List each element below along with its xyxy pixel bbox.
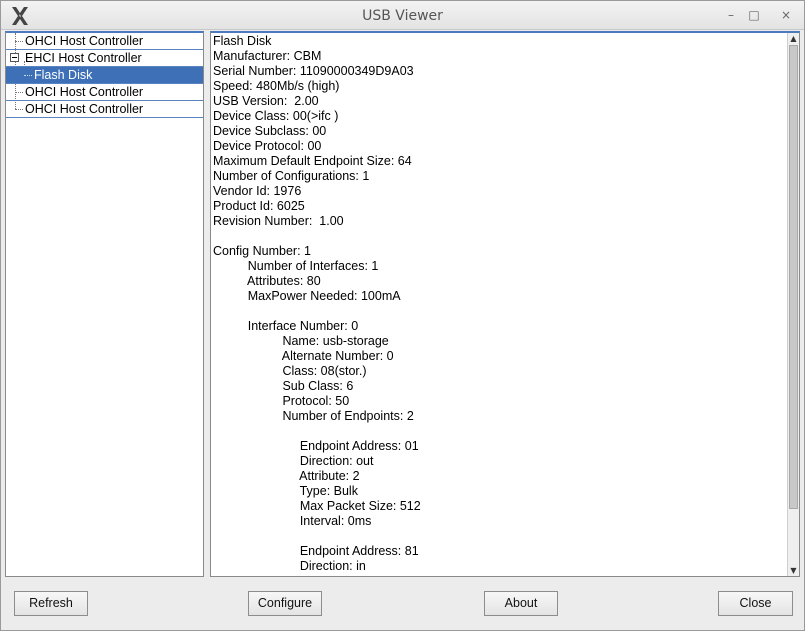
detail-line: Interval: 0ms <box>213 514 372 528</box>
detail-line: Maximum Default Endpoint Size: 64 <box>213 154 412 168</box>
detail-line: Number of Interfaces: 1 <box>213 259 379 273</box>
detail-line: Flash Disk <box>213 34 272 48</box>
title-bar[interactable]: USB Viewer – □ × <box>1 1 804 30</box>
detail-line: Device Protocol: 00 <box>213 139 322 153</box>
detail-line: Sub Class: 6 <box>213 379 354 393</box>
tree-item-flash-disk[interactable]: Flash Disk <box>6 67 203 84</box>
detail-line: Attribute: 2 <box>213 469 360 483</box>
tree-connector <box>15 41 23 42</box>
detail-line: USB Version: 2.00 <box>213 94 319 108</box>
about-button[interactable]: About <box>484 591 558 616</box>
detail-line: Product Id: 6025 <box>213 199 305 213</box>
maximize-button[interactable]: □ <box>745 6 763 24</box>
detail-line: Endpoint Address: 81 <box>213 544 419 558</box>
detail-line: Max Packet Size: 512 <box>213 499 421 513</box>
detail-line: Name: usb-storage <box>213 334 389 348</box>
detail-line: Class: 08(stor.) <box>213 364 367 378</box>
detail-line <box>213 529 783 544</box>
detail-line: Number of Configurations: 1 <box>213 169 370 183</box>
detail-line: Device Class: 00(>ifc ) <box>213 109 339 123</box>
minimize-button[interactable]: – <box>722 6 740 24</box>
detail-line: MaxPower Needed: 100mA <box>213 289 401 303</box>
detail-line: Direction: out <box>213 454 374 468</box>
detail-line: Number of Endpoints: 2 <box>213 409 414 423</box>
scroll-up-arrow-icon[interactable]: ▲ <box>788 33 799 45</box>
detail-line: Serial Number: 11090000349D9A03 <box>213 64 414 78</box>
window-title: USB Viewer <box>362 8 443 24</box>
device-details-text: Flash Disk Manufacturer: CBM Serial Number… <box>213 34 783 574</box>
detail-line: Endpoint Address: 01 <box>213 439 419 453</box>
tree-item-label: OHCI Host Controller <box>25 85 144 99</box>
detail-line: Config Number: 1 <box>213 244 311 258</box>
tree-item-label: OHCI Host Controller <box>25 102 144 116</box>
detail-line: Device Subclass: 00 <box>213 124 327 138</box>
close-window-button[interactable]: × <box>777 6 795 24</box>
vertical-scrollbar[interactable]: ▲ ▼ <box>787 33 799 576</box>
close-button[interactable]: Close <box>718 591 793 616</box>
detail-line: Revision Number: 1.00 <box>213 214 344 228</box>
detail-line <box>213 229 783 244</box>
detail-line: Manufacturer: CBM <box>213 49 322 63</box>
device-tree[interactable]: OHCI Host Controller EHCI Host Controlle… <box>5 31 204 577</box>
tree-item-label: OHCI Host Controller <box>25 34 144 48</box>
usb-viewer-window: USB Viewer – □ × OHCI Host Controller EH… <box>0 0 805 631</box>
detail-line: Attributes: 80 <box>213 274 321 288</box>
tree-connector <box>15 92 23 93</box>
device-details-panel[interactable]: Flash Disk Manufacturer: CBM Serial Number… <box>210 31 800 577</box>
tree-item-ehci[interactable]: EHCI Host Controller <box>6 50 203 67</box>
detail-line: Interface Number: 0 <box>213 319 359 333</box>
tree-connector <box>15 109 23 110</box>
detail-line: Type: Bulk <box>213 484 358 498</box>
tree-item-ohci-3[interactable]: OHCI Host Controller <box>6 101 203 118</box>
detail-line: Protocol: 50 <box>213 394 350 408</box>
detail-line: Direction: in <box>213 559 366 573</box>
tree-item-ohci-2[interactable]: OHCI Host Controller <box>6 84 203 101</box>
collapse-icon[interactable] <box>10 53 19 62</box>
detail-line <box>213 304 783 319</box>
tree-item-label: Flash Disk <box>34 68 93 82</box>
configure-button[interactable]: Configure <box>248 591 322 616</box>
tree-item-label: EHCI Host Controller <box>25 51 142 65</box>
refresh-button[interactable]: Refresh <box>14 591 88 616</box>
scroll-down-arrow-icon[interactable]: ▼ <box>788 565 799 576</box>
detail-line: Speed: 480Mb/s (high) <box>213 79 340 93</box>
tree-connector <box>24 75 32 76</box>
detail-line <box>213 424 783 439</box>
tree-item-ohci-1[interactable]: OHCI Host Controller <box>6 33 203 50</box>
detail-line: Vendor Id: 1976 <box>213 184 302 198</box>
scrollbar-thumb[interactable] <box>789 45 798 509</box>
detail-line: Alternate Number: 0 <box>213 349 394 363</box>
